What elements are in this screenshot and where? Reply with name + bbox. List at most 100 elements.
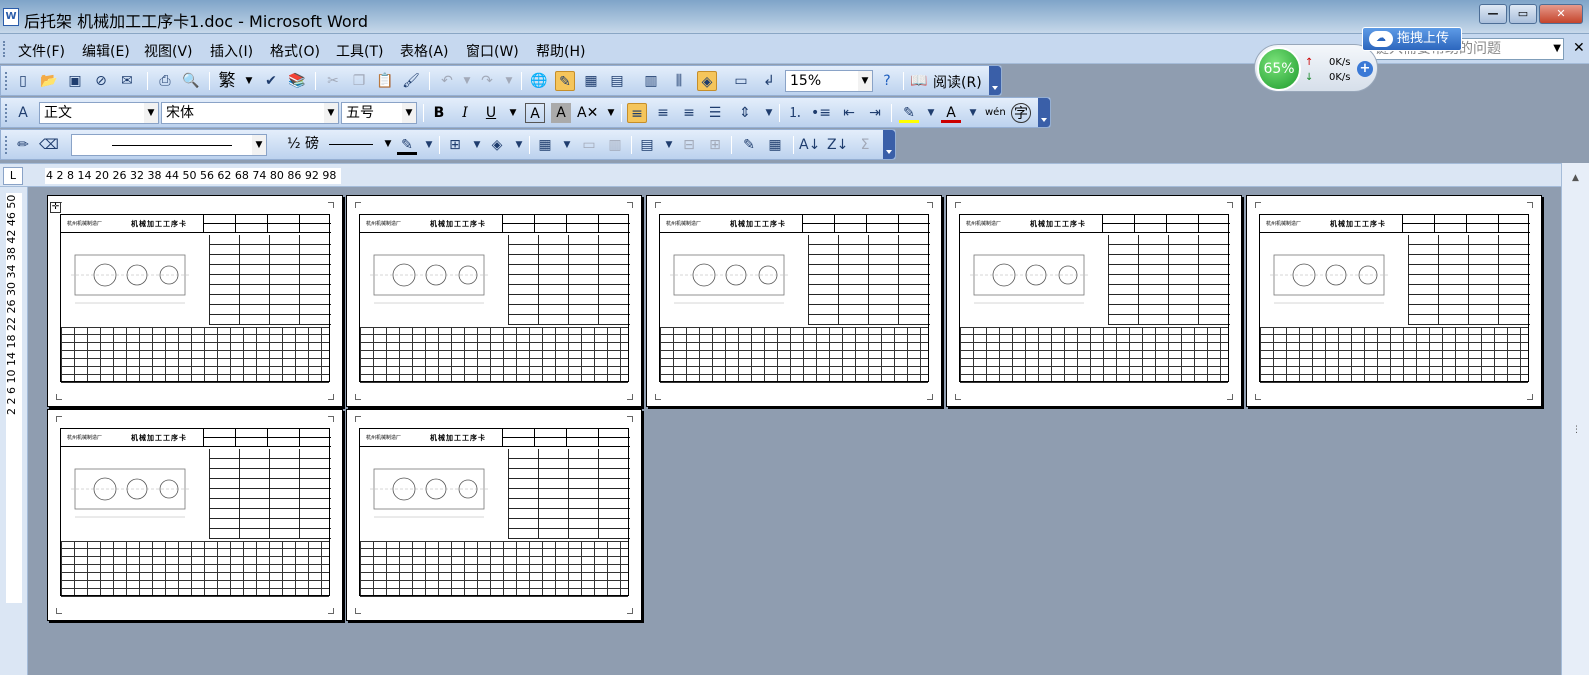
- font-size-dropdown-icon[interactable]: ▼: [402, 103, 416, 123]
- tab-selector[interactable]: L: [3, 167, 23, 185]
- distribute-rows-icon[interactable]: ⊟: [679, 135, 699, 155]
- draw-table-icon[interactable]: ✏: [13, 135, 33, 155]
- highlight-icon[interactable]: ✎: [899, 103, 919, 123]
- style-select[interactable]: 正文 ▼: [39, 102, 159, 124]
- char-shading-icon[interactable]: A: [551, 103, 571, 123]
- format-painter-icon[interactable]: 🖌: [401, 71, 421, 91]
- font-color-icon[interactable]: A: [941, 103, 961, 123]
- network-monitor-widget[interactable]: 65% ↑ 0K/s ↓ 0K/s +: [1254, 44, 1378, 92]
- paste-icon[interactable]: 📋: [375, 71, 395, 91]
- document-page[interactable]: 杭州机械制造厂 机械加工工序卡: [1246, 195, 1542, 407]
- print-preview-icon[interactable]: 🔍: [181, 71, 201, 91]
- line-spacing-icon[interactable]: ⇕: [735, 103, 755, 123]
- menu-help[interactable]: 帮助(H): [536, 41, 585, 61]
- table-move-handle-icon[interactable]: ✛: [50, 202, 61, 213]
- word-app-icon[interactable]: W: [3, 8, 19, 26]
- toolbar-options-icon[interactable]: [989, 66, 1001, 95]
- document-page[interactable]: 杭州机械制造厂 机械加工工序卡: [646, 195, 942, 407]
- align-right-icon[interactable]: ≡: [679, 103, 699, 123]
- menu-edit[interactable]: 编辑(E): [82, 41, 130, 61]
- distribute-columns-icon[interactable]: ⊞: [705, 135, 725, 155]
- vertical-ruler[interactable]: 2 2 6 10 14 18 22 26 30 34 38 42 46 50: [0, 187, 28, 675]
- open-folder-icon[interactable]: 📂: [39, 71, 59, 91]
- document-page[interactable]: 杭州机械制造厂 机械加工工序卡: [346, 195, 642, 407]
- enclose-char-icon[interactable]: 字: [1011, 103, 1031, 123]
- research-icon[interactable]: 📚: [287, 71, 307, 91]
- email-icon[interactable]: ✉: [117, 71, 137, 91]
- document-page[interactable]: 杭州机械制造厂 机械加工工序卡: [946, 195, 1242, 407]
- char-scale-icon[interactable]: A✕: [577, 103, 598, 123]
- zoom-select[interactable]: 15% ▼: [785, 70, 873, 92]
- document-page[interactable]: 杭州机械制造厂 机械加工工序卡: [47, 409, 343, 621]
- insert-excel-icon[interactable]: ▤: [607, 71, 627, 91]
- bold-button[interactable]: B: [429, 103, 449, 123]
- close-icon[interactable]: ✕: [1539, 4, 1583, 24]
- menu-table[interactable]: 表格(A): [400, 41, 449, 61]
- traditional-chinese-icon[interactable]: 繁: [217, 71, 237, 91]
- insert-table-dropdown-icon[interactable]: ▼: [557, 135, 577, 155]
- shading-dropdown-icon[interactable]: ▼: [509, 135, 529, 155]
- border-color-dropdown-icon[interactable]: ▼: [419, 135, 439, 155]
- border-color-icon[interactable]: ✎: [397, 135, 417, 155]
- scroll-up-icon[interactable]: ▲: [1572, 173, 1579, 183]
- document-page[interactable]: 杭州机械制造厂 机械加工工序卡 ✛: [47, 195, 343, 407]
- show-gridlines-icon[interactable]: ▦: [765, 135, 785, 155]
- copy-icon[interactable]: ❐: [349, 71, 369, 91]
- borders-icon[interactable]: ⊞: [445, 135, 465, 155]
- document-page[interactable]: 杭州机械制造厂 机械加工工序卡: [346, 409, 642, 621]
- zoom-dropdown-icon[interactable]: ▼: [858, 71, 872, 91]
- menu-file[interactable]: 文件(F): [18, 41, 65, 61]
- toolbar-grip-icon[interactable]: [5, 136, 8, 154]
- font-select[interactable]: 宋体 ▼: [161, 102, 339, 124]
- cell-align-icon[interactable]: ▤: [637, 135, 657, 155]
- autosum-icon[interactable]: Σ: [855, 135, 875, 155]
- borders-dropdown-icon[interactable]: ▼: [467, 135, 487, 155]
- sort-ascending-icon[interactable]: A↓: [799, 135, 820, 155]
- help-dropdown-icon[interactable]: ▼: [1553, 40, 1561, 58]
- horizontal-ruler[interactable]: 4 2 8 14 20 26 32 38 44 50 56 62 68 74 8…: [45, 168, 341, 184]
- menu-format[interactable]: 格式(O): [270, 41, 320, 61]
- cut-icon[interactable]: ✂: [323, 71, 343, 91]
- maximize-icon[interactable]: ▭: [1509, 4, 1537, 24]
- reading-layout-icon[interactable]: 📖: [909, 71, 929, 91]
- toolbar-options-icon[interactable]: [883, 130, 895, 159]
- align-center-icon[interactable]: ≡: [653, 103, 673, 123]
- read-button[interactable]: 阅读(R): [933, 72, 982, 92]
- show-hide-icon[interactable]: ↲: [759, 71, 779, 91]
- hyperlink-icon[interactable]: 🌐: [529, 71, 549, 91]
- shading-color-icon[interactable]: ◈: [487, 135, 507, 155]
- phonetic-guide-icon[interactable]: wén: [985, 103, 1006, 123]
- undo-dropdown-icon[interactable]: ▼: [457, 71, 477, 91]
- save-icon[interactable]: ▣: [65, 71, 85, 91]
- spelling-icon[interactable]: ✔: [261, 71, 281, 91]
- table-autoformat-icon[interactable]: ✎: [739, 135, 759, 155]
- menu-grip-icon[interactable]: [3, 41, 7, 57]
- italic-button[interactable]: I: [455, 103, 475, 123]
- close-document-icon[interactable]: ✕: [1573, 40, 1585, 56]
- line-style-dropdown-icon[interactable]: ▼: [252, 135, 266, 155]
- traditional-dropdown-icon[interactable]: ▼: [239, 71, 259, 91]
- drawing-icon[interactable]: ⫼: [669, 71, 689, 91]
- minimize-icon[interactable]: —: [1479, 4, 1507, 24]
- scroll-thumb[interactable]: ⋮: [1572, 425, 1581, 435]
- plus-icon[interactable]: +: [1357, 61, 1373, 77]
- document-map-icon[interactable]: ◈: [697, 71, 717, 91]
- insert-table-icon[interactable]: ▦: [581, 71, 601, 91]
- document-area[interactable]: 杭州机械制造厂 机械加工工序卡 ✛ 杭州机械制造厂 机械加工工序卡 杭州机械制造厂 机械加工…: [28, 187, 1561, 675]
- redo-dropdown-icon[interactable]: ▼: [499, 71, 519, 91]
- highlight-dropdown-icon[interactable]: ▼: [921, 103, 941, 123]
- redo-icon[interactable]: ↷: [477, 71, 497, 91]
- underline-button[interactable]: U: [481, 103, 501, 123]
- menu-insert[interactable]: 插入(I): [210, 41, 253, 61]
- menu-view[interactable]: 视图(V): [144, 41, 193, 61]
- new-document-icon[interactable]: ▯: [13, 71, 33, 91]
- toolbar-options-icon[interactable]: [1038, 98, 1050, 127]
- insert-table-tb-icon[interactable]: ▦: [535, 135, 555, 155]
- decrease-indent-icon[interactable]: ⇤: [839, 103, 859, 123]
- menu-tools[interactable]: 工具(T): [336, 41, 383, 61]
- style-dropdown-icon[interactable]: ▼: [144, 103, 158, 123]
- toolbar-grip-icon[interactable]: [5, 104, 8, 122]
- cell-align-dropdown-icon[interactable]: ▼: [659, 135, 679, 155]
- vertical-scrollbar[interactable]: ▲ ⋮: [1561, 163, 1589, 675]
- sort-descending-icon[interactable]: Z↓: [827, 135, 848, 155]
